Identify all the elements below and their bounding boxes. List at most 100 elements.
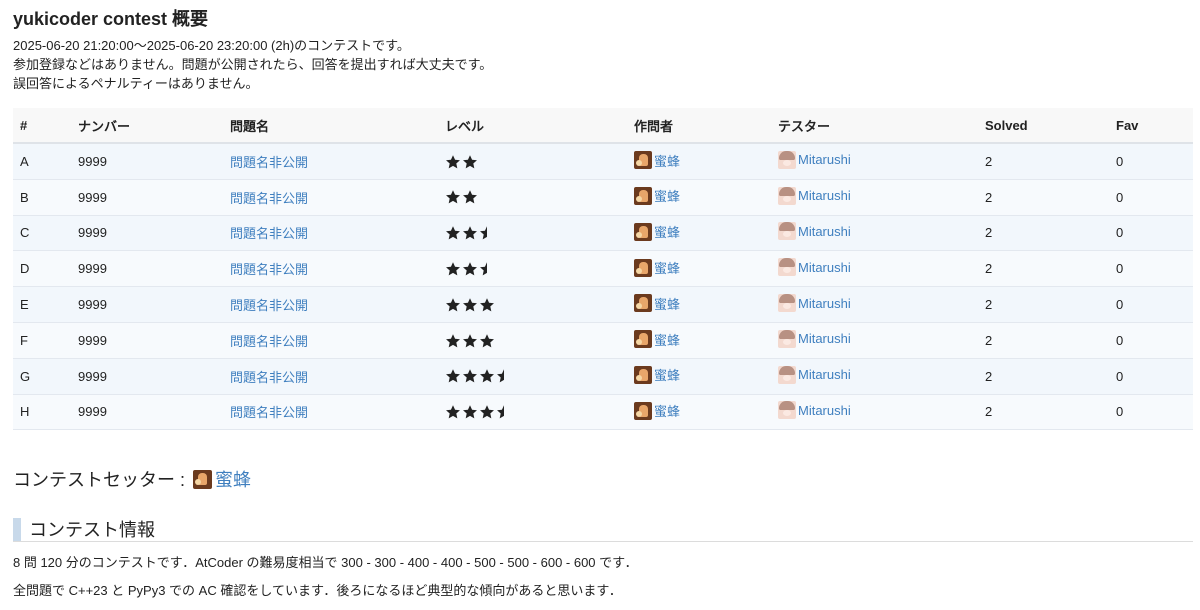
- half-star-icon: [497, 405, 504, 419]
- fav-count: 0: [1109, 286, 1193, 323]
- problem-author: 蜜蜂: [627, 394, 771, 431]
- bee-avatar-icon: [634, 294, 652, 313]
- level-stars: [445, 189, 478, 205]
- problem-tester: Mitarushi: [771, 322, 978, 359]
- problem-name-cell: 問題名非公開: [223, 322, 438, 359]
- problem-id: F: [13, 322, 71, 359]
- tester-link[interactable]: Mitarushi: [798, 296, 851, 311]
- setter-link[interactable]: 蜜蜂: [215, 466, 251, 492]
- level-stars: [445, 368, 512, 384]
- tester-link[interactable]: Mitarushi: [798, 152, 851, 167]
- problem-name-link[interactable]: 問題名非公開: [230, 262, 308, 277]
- problem-name-link[interactable]: 問題名非公開: [230, 334, 308, 349]
- star-icon: [446, 405, 460, 419]
- problem-level: [438, 143, 627, 180]
- problem-tester: Mitarushi: [771, 143, 978, 180]
- problem-name-cell: 問題名非公開: [223, 215, 438, 252]
- author-link[interactable]: 蜜蜂: [654, 365, 680, 384]
- author-link[interactable]: 蜜蜂: [654, 222, 680, 241]
- header-author: 作問者: [627, 108, 771, 144]
- star-icon: [463, 262, 477, 276]
- star-icon: [463, 226, 477, 240]
- star-icon: [446, 190, 460, 204]
- problem-id: A: [13, 143, 71, 180]
- problem-name-link[interactable]: 問題名非公開: [230, 226, 308, 241]
- half-star-icon: [497, 369, 504, 383]
- tester-link[interactable]: Mitarushi: [798, 367, 851, 382]
- author-link[interactable]: 蜜蜂: [654, 330, 680, 349]
- author-link[interactable]: 蜜蜂: [654, 401, 680, 420]
- solved-count: 2: [978, 394, 1109, 431]
- problem-name-link[interactable]: 問題名非公開: [230, 155, 308, 170]
- problem-number: 9999: [71, 286, 223, 323]
- solved-count: 2: [978, 358, 1109, 395]
- problem-id: G: [13, 358, 71, 395]
- problem-tester: Mitarushi: [771, 179, 978, 216]
- problem-id: D: [13, 250, 71, 288]
- mitarushi-avatar-icon: [778, 365, 796, 384]
- star-icon: [480, 369, 494, 383]
- page-title: yukicoder contest 概要: [13, 9, 209, 29]
- bee-avatar-icon: [634, 222, 652, 241]
- star-icon: [446, 262, 460, 276]
- tester-link[interactable]: Mitarushi: [798, 188, 851, 203]
- mitarushi-avatar-icon: [778, 258, 796, 277]
- star-icon: [446, 333, 460, 348]
- problem-number: 9999: [71, 143, 223, 180]
- table-row: G 9999 問題名非公開 蜜蜂 Mitarushi 2 0: [13, 358, 1193, 395]
- problem-tester: Mitarushi: [771, 215, 978, 252]
- author-link[interactable]: 蜜蜂: [654, 258, 680, 277]
- solved-count: 2: [978, 250, 1109, 288]
- problem-name-cell: 問題名非公開: [223, 250, 438, 288]
- tester-link[interactable]: Mitarushi: [798, 331, 851, 346]
- problem-name-link[interactable]: 問題名非公開: [230, 191, 308, 206]
- table-header-row: # ナンバー 問題名 レベル 作問者 テスター Solved Fav: [13, 108, 1193, 144]
- section-title: コンテスト情報: [29, 520, 155, 540]
- header-level: レベル: [438, 108, 627, 144]
- problem-id: E: [13, 286, 71, 323]
- table-row: E 9999 問題名非公開 蜜蜂 Mitarushi 2 0: [13, 286, 1193, 323]
- fav-count: 0: [1109, 215, 1193, 252]
- solved-count: 2: [978, 179, 1109, 216]
- solved-count: 2: [978, 143, 1109, 180]
- problem-name-link[interactable]: 問題名非公開: [230, 405, 308, 420]
- bee-avatar-icon: [193, 469, 213, 489]
- problem-number: 9999: [71, 250, 223, 288]
- table-row: D 9999 問題名非公開 蜜蜂 Mitarushi 2 0: [13, 250, 1193, 288]
- penalty-note: 誤回答によるペナルティーはありません。: [13, 76, 259, 91]
- author-link[interactable]: 蜜蜂: [654, 294, 680, 313]
- problem-name-cell: 問題名非公開: [223, 143, 438, 180]
- table-row: B 9999 問題名非公開 蜜蜂 Mitarushi 2 0: [13, 179, 1193, 216]
- header-problem-name: 問題名: [223, 108, 438, 144]
- solved-count: 2: [978, 215, 1109, 252]
- half-star-icon: [480, 226, 487, 240]
- tester-link[interactable]: Mitarushi: [798, 260, 851, 275]
- bee-avatar-icon: [634, 151, 652, 170]
- level-stars: [445, 297, 495, 313]
- star-icon: [463, 369, 477, 383]
- registration-note: 参加登録などはありません。問題が公開されたら、回答を提出すれば大丈夫です。: [13, 57, 493, 72]
- level-stars: [445, 261, 495, 277]
- problem-name-link[interactable]: 問題名非公開: [230, 370, 308, 385]
- table-row: F 9999 問題名非公開 蜜蜂 Mitarushi 2 0: [13, 322, 1193, 359]
- problem-name-link[interactable]: 問題名非公開: [230, 298, 308, 313]
- bee-avatar-icon: [634, 365, 652, 384]
- half-star-icon: [480, 262, 487, 276]
- problem-number: 9999: [71, 394, 223, 431]
- star-icon: [446, 298, 460, 312]
- problem-id: C: [13, 215, 71, 252]
- tester-link[interactable]: Mitarushi: [798, 403, 851, 418]
- table-row: A 9999 問題名非公開 蜜蜂 Mitarushi 2 0: [13, 143, 1193, 180]
- author-link[interactable]: 蜜蜂: [654, 151, 680, 170]
- tester-link[interactable]: Mitarushi: [798, 224, 851, 239]
- author-link[interactable]: 蜜蜂: [654, 186, 680, 205]
- bee-avatar-icon: [634, 258, 652, 277]
- mitarushi-avatar-icon: [778, 294, 796, 313]
- header-fav: Fav: [1109, 108, 1193, 144]
- bee-avatar-icon: [634, 186, 652, 205]
- bee-avatar-icon: [634, 401, 652, 420]
- table-row: C 9999 問題名非公開 蜜蜂 Mitarushi 2 0: [13, 215, 1193, 252]
- mitarushi-avatar-icon: [778, 329, 796, 348]
- problem-level: [438, 179, 627, 216]
- problem-level: [438, 215, 627, 252]
